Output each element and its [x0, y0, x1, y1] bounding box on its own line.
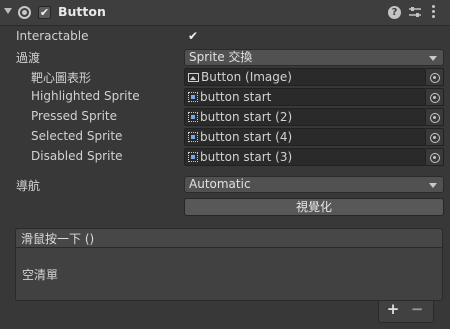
button-component-icon — [18, 6, 31, 19]
remove-listener-button[interactable]: − — [410, 300, 424, 318]
sprite-icon — [188, 132, 198, 142]
target-graphic-label: 靶心圖表形 — [31, 71, 92, 85]
transition-dropdown[interactable]: Sprite 交換 — [184, 49, 444, 66]
navigation-value: Automatic — [189, 177, 251, 191]
image-icon — [188, 73, 199, 82]
transition-value: Sprite 交換 — [189, 50, 253, 64]
navigation-dropdown[interactable]: Automatic — [184, 176, 444, 193]
sprite-icon — [188, 112, 198, 122]
selected-sprite-label: Selected Sprite — [31, 129, 123, 143]
disabled-sprite-label: Disabled Sprite — [31, 149, 123, 163]
component-enabled-checkbox[interactable]: ✔ — [38, 6, 51, 19]
foldout-arrow-icon[interactable] — [4, 8, 12, 14]
component-title: Button — [58, 4, 106, 19]
object-picker-icon[interactable] — [426, 108, 444, 126]
visualize-button[interactable]: 視覺化 — [184, 198, 444, 216]
selected-sprite-value: button start (4) — [200, 130, 293, 144]
empty-list-text: 空清單 — [22, 268, 59, 282]
interactable-label: Interactable — [16, 29, 89, 43]
more-options-icon[interactable] — [432, 4, 436, 20]
target-graphic-field[interactable]: Button (Image) — [184, 68, 426, 86]
object-picker-icon[interactable] — [426, 88, 444, 106]
chevron-down-icon — [429, 56, 437, 61]
highlighted-sprite-field[interactable]: button start — [184, 88, 426, 106]
selected-sprite-field[interactable]: button start (4) — [184, 128, 426, 146]
pressed-sprite-value: button start (2) — [200, 110, 293, 124]
pressed-sprite-label: Pressed Sprite — [31, 109, 117, 123]
chevron-down-icon — [429, 183, 437, 188]
disabled-sprite-field[interactable]: button start (3) — [184, 148, 426, 166]
target-graphic-value: Button (Image) — [201, 70, 292, 84]
help-icon[interactable]: ? — [388, 6, 401, 19]
transition-label: 過渡 — [16, 51, 41, 65]
onclick-event-title: 滑鼠按一下 () — [21, 232, 95, 246]
disabled-sprite-value: button start (3) — [200, 150, 293, 164]
presets-icon[interactable] — [408, 5, 422, 19]
object-picker-icon[interactable] — [426, 68, 444, 86]
object-picker-icon[interactable] — [426, 128, 444, 146]
interactable-checkbox[interactable]: ✔ — [186, 29, 200, 43]
highlighted-sprite-label: Highlighted Sprite — [31, 89, 140, 103]
pressed-sprite-field[interactable]: button start (2) — [184, 108, 426, 126]
sprite-icon — [188, 92, 198, 102]
sprite-icon — [188, 152, 198, 162]
add-listener-button[interactable]: + — [386, 300, 400, 318]
navigation-label: 導航 — [16, 179, 41, 193]
object-picker-icon[interactable] — [426, 148, 444, 166]
highlighted-sprite-value: button start — [200, 90, 272, 104]
